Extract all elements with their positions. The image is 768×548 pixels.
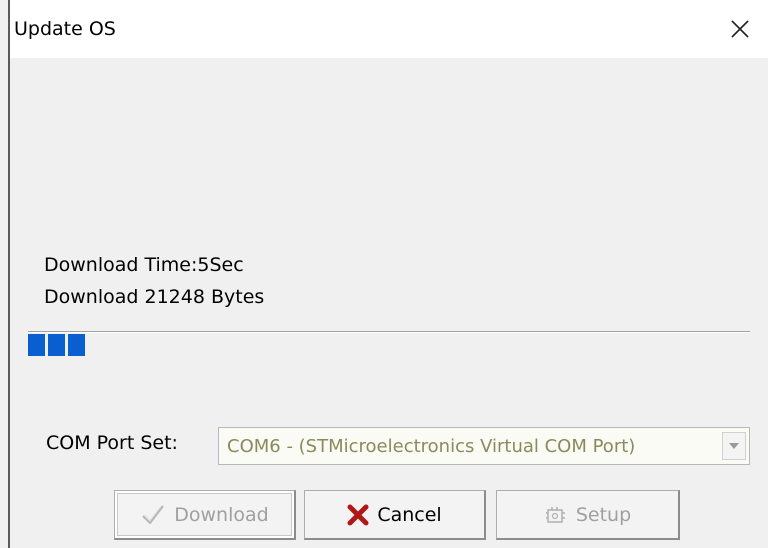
separator [28,331,750,333]
progress-fill [28,334,88,356]
cancel-button-label: Cancel [377,503,442,526]
chevron-down-icon [729,443,739,449]
title-bar: Update OS [10,0,768,58]
dropdown-button[interactable] [722,432,746,460]
com-port-selected-value: COM6 - (STMicroelectronics Virtual COM P… [227,436,636,457]
cancel-button[interactable]: Cancel [304,490,486,540]
setup-button[interactable]: Setup [496,490,680,540]
com-port-select[interactable]: COM6 - (STMicroelectronics Virtual COM P… [218,427,750,465]
com-port-label: COM Port Set: [46,432,178,454]
x-icon [347,504,369,525]
setup-button-label: Setup [575,503,632,526]
download-button[interactable]: Download [114,490,296,540]
download-time-text: Download Time:5Sec [44,254,244,276]
dialog-body: Download Time:5Sec Download 21248 Bytes … [10,58,768,548]
setup-icon [545,506,565,523]
update-os-dialog: Update OS Download Time:5Sec Download 21… [0,0,768,548]
window-title: Update OS [14,18,116,40]
close-button[interactable] [712,0,768,58]
progress-bar [28,334,750,356]
check-icon [142,504,165,524]
download-bytes-text: Download 21248 Bytes [44,286,265,308]
download-button-label: Download [174,503,269,526]
close-icon [731,20,749,38]
